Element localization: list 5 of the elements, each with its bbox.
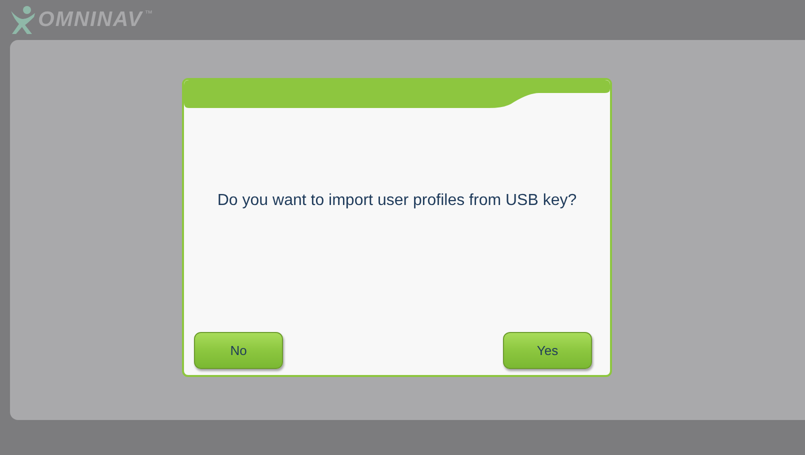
dialog-button[interactable]: No xyxy=(194,332,283,369)
dialog-button[interactable]: Yes xyxy=(503,332,592,369)
dialog-message: Do you want to import user profiles from USB key? xyxy=(216,191,578,211)
figure-icon xyxy=(10,5,36,35)
trademark-sign: ™ xyxy=(144,9,153,18)
